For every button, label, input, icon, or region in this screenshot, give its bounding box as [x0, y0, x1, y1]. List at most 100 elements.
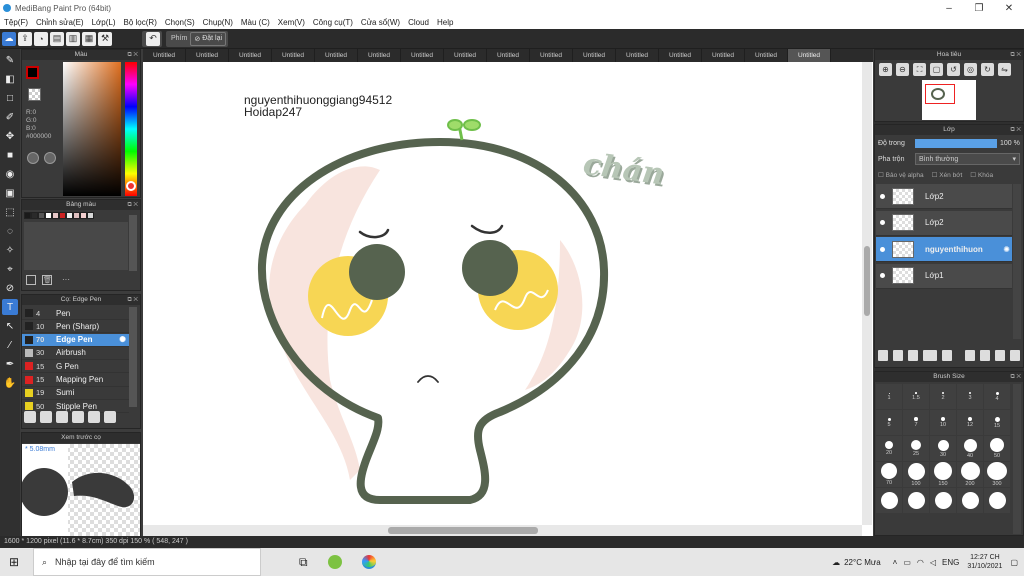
new-halftone-layer-icon[interactable] — [892, 350, 903, 361]
palette-swatch[interactable] — [59, 212, 66, 219]
palette-new-icon[interactable] — [26, 275, 36, 285]
eraser-tool-icon[interactable]: ◧ — [2, 71, 18, 87]
palette-swatch[interactable] — [24, 212, 31, 219]
layer-row[interactable]: Lớp2 — [876, 210, 1012, 236]
document-tab[interactable]: Untitled — [616, 49, 659, 62]
magic-wand-tool-icon[interactable]: ✧ — [2, 242, 18, 258]
brush-duplicate-icon[interactable] — [104, 411, 116, 423]
navigator-controls-icon[interactable]: ⧉ ✕ — [1010, 50, 1021, 60]
menu-item[interactable]: Lớp(L) — [88, 18, 120, 27]
visibility-icon[interactable] — [880, 273, 885, 278]
brush-list-item[interactable]: 19 Sumi — [22, 386, 129, 400]
brush-list-item[interactable]: 30 Airbrush — [22, 346, 129, 360]
menu-item[interactable]: Tệp(F) — [0, 18, 32, 27]
lock-checkbox[interactable]: ☐ — [970, 172, 978, 179]
zoom-in-icon[interactable]: ⊕ — [879, 63, 892, 76]
new-8bit-layer-icon[interactable] — [907, 350, 918, 361]
add-layer-menu-icon[interactable] — [922, 350, 938, 361]
select-tool-icon[interactable]: ⬚ — [2, 204, 18, 220]
clipping-option[interactable]: ☐ Xén bớt — [932, 171, 963, 179]
undo-icon[interactable]: ↶ — [146, 31, 160, 46]
protect-alpha-checkbox[interactable]: ☐ — [878, 172, 886, 179]
taskbar-search-box[interactable]: ⌕ Nhập tại đây để tìm kiếm — [33, 548, 261, 576]
select-eraser-tool-icon[interactable]: ⊘ — [2, 280, 18, 296]
brush-add-menu-icon[interactable] — [40, 411, 52, 423]
panel-controls-icon[interactable]: ⧉ ✕ — [127, 50, 138, 60]
menu-item[interactable]: Chọn(S) — [161, 18, 199, 27]
hue-slider-handle[interactable] — [126, 181, 136, 191]
grid-icon[interactable]: ▦ — [82, 31, 96, 46]
document-tab[interactable]: Untitled — [358, 49, 401, 62]
new-layer-icon[interactable] — [878, 350, 888, 361]
menu-item[interactable]: Bộ lọc(R) — [120, 18, 161, 27]
palette-panel-controls-icon[interactable]: ⧉ ✕ — [127, 200, 138, 210]
fill-rect-tool-icon[interactable]: ■ — [2, 147, 18, 163]
brush-size-cell[interactable]: 5 — [876, 410, 902, 435]
layers-icon[interactable]: ▤ — [50, 31, 64, 46]
flip-icon[interactable]: ⇋ — [998, 63, 1011, 76]
brush-add-icon[interactable] — [24, 411, 36, 423]
brush-list-scrollbar[interactable] — [129, 307, 137, 407]
palette-swatch[interactable] — [87, 212, 94, 219]
eyedropper-tool-icon[interactable]: ✒ — [2, 356, 18, 372]
document-tab[interactable]: Untitled — [444, 49, 487, 62]
layer-row[interactable]: nguyenthihuon ✺ — [876, 237, 1012, 262]
brush-size-scrollbar[interactable] — [1013, 384, 1021, 534]
lock-option[interactable]: ☐ Khóa — [970, 171, 993, 179]
brush-size-cell[interactable] — [957, 488, 983, 513]
brush-size-cell[interactable]: 50 — [984, 436, 1010, 461]
layer-properties-icon[interactable] — [995, 350, 1006, 361]
pen-tool-icon[interactable]: ✐ — [2, 109, 18, 125]
minimize-icon[interactable]: – — [934, 0, 964, 16]
hue-slider[interactable] — [125, 62, 137, 196]
gradient-tool-icon[interactable]: ▣ — [2, 185, 18, 201]
document-tab[interactable]: Untitled — [702, 49, 745, 62]
brush-size-cell[interactable]: 100 — [903, 462, 929, 487]
brush-size-cell[interactable]: 30 — [930, 436, 956, 461]
gear-icon[interactable]: ✺ — [1003, 245, 1010, 254]
document-tab[interactable]: Untitled — [530, 49, 573, 62]
brush-delete-icon[interactable] — [88, 411, 100, 423]
palette-swatch[interactable] — [45, 212, 52, 219]
brush-list-item[interactable]: 70 Edge Pen ✺ — [22, 333, 129, 347]
canvas[interactable]: nguyenthihuonggiang94512 Hoidap247 chán — [143, 62, 873, 536]
palette-scrollbar[interactable] — [129, 215, 137, 271]
brush-size-cell[interactable]: 12 — [957, 410, 983, 435]
brush-size-cell[interactable]: 70 — [876, 462, 902, 487]
divide-tool-icon[interactable]: ⁄ — [2, 337, 18, 353]
palette-swatch[interactable] — [38, 212, 45, 219]
brush-list-item[interactable]: 15 Mapping Pen — [22, 373, 129, 387]
reset-rotate-icon[interactable]: ◎ — [964, 63, 977, 76]
document-tab[interactable]: Untitled — [745, 49, 788, 62]
merge-layer-icon[interactable] — [980, 350, 991, 361]
document-tab[interactable]: Untitled — [788, 49, 831, 62]
visibility-icon[interactable] — [880, 246, 885, 252]
operation-tool-icon[interactable]: ↖ — [2, 318, 18, 334]
background-color-swatch[interactable] — [28, 88, 41, 101]
brush-size-cell[interactable] — [930, 488, 956, 513]
brush-size-cell[interactable]: 15 — [984, 410, 1010, 435]
canvas-vertical-scroll-thumb[interactable] — [864, 246, 870, 316]
volume-icon[interactable]: ◁ — [930, 558, 936, 567]
document-tab[interactable]: Untitled — [186, 49, 229, 62]
duplicate-layer-icon[interactable] — [965, 350, 976, 361]
brush-size-cell[interactable] — [903, 488, 929, 513]
battery-icon[interactable]: ▭ — [903, 558, 911, 567]
document-tab[interactable]: Untitled — [229, 49, 272, 62]
chevron-up-icon[interactable]: ˄ — [893, 558, 898, 567]
brush-size-cell[interactable]: 10 — [930, 410, 956, 435]
layer-row[interactable]: Lớp1 — [876, 263, 1012, 289]
move-tool-icon[interactable]: ✥ — [2, 128, 18, 144]
text-tool-icon[interactable]: T — [2, 299, 18, 315]
clock[interactable]: 12:27 CH 31/10/2021 — [967, 553, 1002, 571]
menu-item[interactable]: Chỉnh sửa(E) — [32, 18, 88, 27]
bucket-tool-icon[interactable]: ◉ — [2, 166, 18, 182]
brush-list-item[interactable]: 15 G Pen — [22, 360, 129, 374]
canvas-horizontal-scroll-thumb[interactable] — [388, 527, 538, 534]
foreground-color-swatch[interactable] — [26, 66, 39, 79]
panel-icon[interactable]: ▥ — [66, 31, 80, 46]
document-tab[interactable]: Untitled — [659, 49, 702, 62]
layer-scrollbar[interactable] — [1013, 184, 1021, 339]
brush-size-cell[interactable]: 4 — [984, 384, 1010, 409]
weather-text[interactable]: 22°C Mưa — [844, 558, 881, 567]
